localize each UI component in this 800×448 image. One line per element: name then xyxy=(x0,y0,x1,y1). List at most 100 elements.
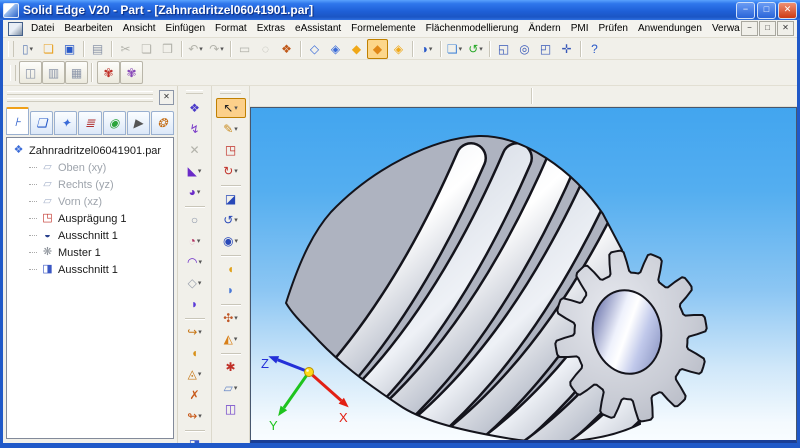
save-button[interactable]: ▣ xyxy=(59,39,80,59)
cutout-button[interactable]: ◪ xyxy=(216,189,246,209)
revolved-cutout-button[interactable]: ↺ ▾ xyxy=(216,210,246,230)
sketch-button[interactable]: ✎ ▾ xyxy=(216,119,246,139)
dropdown-arrow-icon[interactable]: ▾ xyxy=(198,167,202,175)
dropdown-arrow-icon[interactable]: ▾ xyxy=(197,237,201,245)
mdi-close-button[interactable]: ✕ xyxy=(777,21,794,36)
dropdown-arrow-icon[interactable]: ▾ xyxy=(234,104,238,112)
thin-wall-button[interactable]: ◗ xyxy=(216,280,246,300)
dropdown-arrow-icon[interactable]: ▾ xyxy=(197,188,201,196)
rotate-view-button[interactable]: ↺ ▾ xyxy=(465,39,486,59)
edgebar-toggle-button[interactable]: ◫ xyxy=(19,61,42,84)
dropdown-arrow-icon[interactable]: ▾ xyxy=(234,384,238,392)
menu-item[interactable]: Anwendungen xyxy=(633,21,707,37)
minimize-button[interactable]: − xyxy=(736,2,755,19)
bluesurf-button[interactable]: ◗ xyxy=(180,294,210,314)
new-button[interactable]: ▯ ▾ xyxy=(17,39,38,59)
round-button[interactable]: ◖ xyxy=(216,259,246,279)
dropdown-arrow-icon[interactable]: ▾ xyxy=(234,314,238,322)
menu-item[interactable]: Extras xyxy=(252,21,290,37)
feature-painter-button[interactable]: ❖ xyxy=(276,39,297,59)
dropdown-arrow-icon[interactable]: ▾ xyxy=(198,328,202,336)
select-tool-button[interactable]: ↖ ▾ xyxy=(216,98,246,118)
dropdown-arrow-icon[interactable]: ▾ xyxy=(199,45,203,53)
zoom-area-button[interactable]: ◱ xyxy=(493,39,514,59)
dropdown-arrow-icon[interactable]: ▾ xyxy=(234,167,238,175)
menu-item[interactable]: Bearbeiten xyxy=(59,21,117,37)
menu-item[interactable]: Einfügen xyxy=(161,21,210,37)
menu-item[interactable]: Ändern xyxy=(523,21,565,37)
dropdown-arrow-icon[interactable]: ▾ xyxy=(459,45,463,53)
undo-button[interactable]: ↶ ▾ xyxy=(185,39,206,59)
trim-surface-button[interactable]: ◔ ▾ xyxy=(180,231,210,251)
pan-button[interactable]: ✛ xyxy=(556,39,577,59)
dropdown-arrow-icon[interactable]: ▾ xyxy=(234,125,238,133)
reference-plane-button[interactable]: ▱ ▾ xyxy=(216,378,246,398)
mdi-minimize-button[interactable]: − xyxy=(741,21,758,36)
sphere-button[interactable]: ○ xyxy=(180,210,210,230)
menu-item[interactable]: Verwalten xyxy=(707,21,740,37)
tree-root-part[interactable]: ❖ Zahnradritzel06041901.par xyxy=(7,142,173,159)
dropdown-arrow-icon[interactable]: ▾ xyxy=(198,258,202,266)
smartstep-toggle-button[interactable]: ▦ xyxy=(65,61,88,84)
shaded-edges-view-button[interactable]: ◆ xyxy=(367,39,388,59)
fit-button[interactable]: ◰ xyxy=(535,39,556,59)
dropdown-arrow-icon[interactable]: ▾ xyxy=(234,216,238,224)
engineering-reference-tab[interactable]: ❂ xyxy=(151,111,174,135)
menu-item[interactable]: Datei xyxy=(26,21,59,37)
dropdown-arrow-icon[interactable]: ▾ xyxy=(198,370,202,378)
swept-surface-button[interactable]: ❖ xyxy=(180,98,210,118)
edgebar-close-button[interactable]: ✕ xyxy=(159,90,174,105)
sensors-tab[interactable]: ◉ xyxy=(103,111,126,135)
revolved-protrusion-button[interactable]: ↻ ▾ xyxy=(216,161,246,181)
mdi-restore-button[interactable]: □ xyxy=(759,21,776,36)
menu-item[interactable]: Ansicht xyxy=(118,21,161,37)
fence-select-button[interactable]: ◌ xyxy=(255,39,276,59)
copy-button[interactable]: ❏ xyxy=(136,39,157,59)
menu-item[interactable]: Format xyxy=(210,21,252,37)
dropdown-arrow-icon[interactable]: ▾ xyxy=(479,45,483,53)
keypoint-curve-button[interactable]: ↪ ▾ xyxy=(180,322,210,342)
wireframe-view-button[interactable]: ◇ xyxy=(304,39,325,59)
protrusion-button[interactable]: ◳ xyxy=(216,140,246,160)
menu-item[interactable]: Flächenmodellierung xyxy=(421,21,524,37)
help-button[interactable]: ? xyxy=(584,39,605,59)
perspective-button[interactable]: ◑ ▾ xyxy=(416,39,437,59)
family-of-parts-tab[interactable]: ≣ xyxy=(78,111,101,135)
maximize-button[interactable]: □ xyxy=(757,2,776,19)
tree-item-ausschnitt-1[interactable]: ◒ Ausschnitt 1 xyxy=(7,227,173,244)
tree-item-ausschnitt-2[interactable]: ◨ Ausschnitt 1 xyxy=(7,261,173,278)
extruded-surface-button[interactable]: ◣ ▾ xyxy=(180,161,210,181)
cut-button[interactable]: ✂ xyxy=(115,39,136,59)
tree-item-rechts[interactable]: ▱ Rechts (yz) xyxy=(7,176,173,193)
open-button[interactable]: ❏ xyxy=(38,39,59,59)
dropdown-arrow-icon[interactable]: ▾ xyxy=(198,279,202,287)
visible-edges-view-button[interactable]: ◈ xyxy=(325,39,346,59)
feature-playback-tab[interactable]: ▶ xyxy=(127,111,150,135)
mirror-copy-button[interactable]: ◭ ▾ xyxy=(216,329,246,349)
keypoint-button[interactable]: ✱ xyxy=(216,357,246,377)
eassistant-calculation-button[interactable]: ✾ xyxy=(97,61,120,84)
tree-item-auspraegung-1[interactable]: ◳ Ausprägung 1 xyxy=(7,210,173,227)
layers-tab[interactable]: ❏ xyxy=(30,111,53,135)
common-views-button[interactable]: ❏ ▾ xyxy=(444,39,465,59)
prompt-bar-toggle-button[interactable]: ▥ xyxy=(42,61,65,84)
zoom-button[interactable]: ◎ xyxy=(514,39,535,59)
derived-curve-button[interactable]: ↬ ▾ xyxy=(180,406,210,426)
revolved-surface-button[interactable]: ◕ ▾ xyxy=(180,182,210,202)
dropdown-arrow-icon[interactable]: ▾ xyxy=(198,412,202,420)
helical-curve-button[interactable]: ↯ xyxy=(180,119,210,139)
pattern-button[interactable]: ✣ ▾ xyxy=(216,308,246,328)
dropdown-arrow-icon[interactable]: ▾ xyxy=(429,45,433,53)
mesh-surface-button[interactable]: ✕ xyxy=(180,140,210,160)
menu-item[interactable]: Prüfen xyxy=(594,21,633,37)
close-button[interactable]: ✕ xyxy=(778,2,797,19)
redo-button[interactable]: ↷ ▾ xyxy=(206,39,227,59)
shaded-view-button[interactable]: ◆ xyxy=(346,39,367,59)
menu-item[interactable]: Formelemente xyxy=(346,21,420,37)
paste-special-button[interactable]: ▭ xyxy=(234,39,255,59)
paste-button[interactable]: ❒ xyxy=(157,39,178,59)
menu-item[interactable]: eAssistant xyxy=(290,21,346,37)
copy-surface-button[interactable]: ◇ ▾ xyxy=(180,273,210,293)
tree-item-vorn[interactable]: ▱ Vorn (xz) xyxy=(7,193,173,210)
text-profile-button[interactable]: ◨ xyxy=(180,434,210,443)
